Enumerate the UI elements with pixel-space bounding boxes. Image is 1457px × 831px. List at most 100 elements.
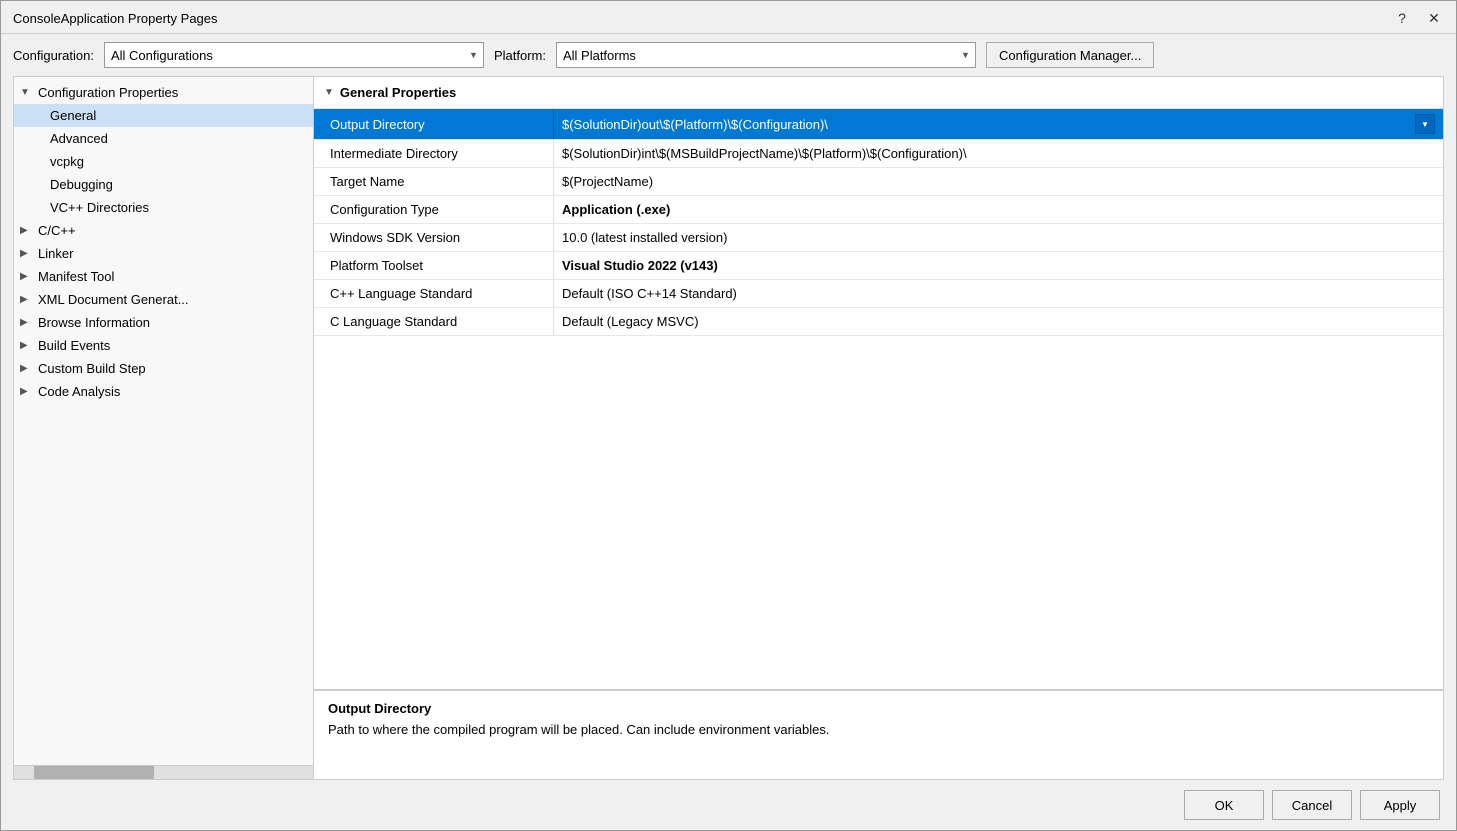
tree-label-debugging: Debugging xyxy=(50,177,113,192)
prop-row-c-lang-std[interactable]: C Language Standard Default (Legacy MSVC) xyxy=(314,308,1443,336)
prop-row-output-dir[interactable]: Output Directory $(SolutionDir)out\$(Plat… xyxy=(314,109,1443,140)
prop-value-target-name: $(ProjectName) xyxy=(554,168,1443,195)
prop-value-text-c-lang-std: Default (Legacy MSVC) xyxy=(562,314,1435,329)
prop-name-output-dir: Output Directory xyxy=(314,109,554,139)
prop-value-windows-sdk: 10.0 (latest installed version) xyxy=(554,224,1443,251)
prop-row-cpp-lang-std[interactable]: C++ Language Standard Default (ISO C++14 … xyxy=(314,280,1443,308)
prop-name-config-type: Configuration Type xyxy=(314,196,554,223)
tree-arrow-xml-doc: ▶ xyxy=(20,294,34,305)
tree-item-custom-build[interactable]: ▶Custom Build Step xyxy=(14,357,313,380)
prop-name-target-name: Target Name xyxy=(314,168,554,195)
prop-row-intermediate-dir[interactable]: Intermediate Directory $(SolutionDir)int\… xyxy=(314,140,1443,168)
prop-value-config-type: Application (.exe) xyxy=(554,196,1443,223)
tree-label-cpp: C/C++ xyxy=(38,223,76,238)
section-title: General Properties xyxy=(340,85,456,100)
property-pages-dialog: ConsoleApplication Property Pages ? ✕ Co… xyxy=(0,0,1457,831)
tree-label-general: General xyxy=(50,108,96,123)
tree-item-manifest-tool[interactable]: ▶ Manifest Tool xyxy=(14,265,313,288)
prop-value-text-config-type: Application (.exe) xyxy=(562,202,1435,217)
section-arrow: ▼ xyxy=(324,87,334,98)
tree-label-vcpkg: vcpkg xyxy=(50,154,84,169)
tree-area: ▼ Configuration Properties General Advanced… xyxy=(14,77,313,765)
tree-arrow-manifest-tool: ▶ xyxy=(20,271,34,282)
tree-label-linker: Linker xyxy=(38,246,73,261)
prop-row-platform-toolset[interactable]: Platform Toolset Visual Studio 2022 (v143… xyxy=(314,252,1443,280)
tree-item-browse-info[interactable]: ▶ Browse Information xyxy=(14,311,313,334)
tree-item-build-events[interactable]: ▶ Build Events xyxy=(14,334,313,357)
info-box-text: Path to where the compiled program will … xyxy=(328,722,1429,737)
platform-label: Platform: xyxy=(494,48,546,63)
tree-item-debugging[interactable]: Debugging xyxy=(14,173,313,196)
prop-name-cpp-lang-std: C++ Language Standard xyxy=(314,280,554,307)
config-select-wrapper[interactable]: All Configurations xyxy=(104,42,484,68)
prop-value-text-platform-toolset: Visual Studio 2022 (v143) xyxy=(562,258,1435,273)
tree-label-config-props: Configuration Properties xyxy=(38,85,178,100)
tree-label-code-analysis: Code Analysis xyxy=(38,384,120,399)
tree-arrow-build-events: ▶ xyxy=(20,340,34,351)
tree-item-advanced[interactable]: Advanced xyxy=(14,127,313,150)
tree-label-browse-info: Browse Information xyxy=(38,315,150,330)
prop-value-text-intermediate-dir: $(SolutionDir)int\$(MSBuildProjectName)\… xyxy=(562,146,1435,161)
tree-label-advanced: Advanced xyxy=(50,131,108,146)
prop-value-c-lang-std: Default (Legacy MSVC) xyxy=(554,308,1443,335)
config-label: Configuration: xyxy=(13,48,94,63)
help-button[interactable]: ? xyxy=(1388,7,1416,29)
prop-name-c-lang-std: C Language Standard xyxy=(314,308,554,335)
properties-area: ▼ General Properties Output Directory $(S… xyxy=(314,77,1443,689)
prop-value-intermediate-dir: $(SolutionDir)int\$(MSBuildProjectName)\… xyxy=(554,140,1443,167)
prop-name-windows-sdk: Windows SDK Version xyxy=(314,224,554,251)
tree-arrow-linker: ▶ xyxy=(20,248,34,259)
platform-select[interactable]: All Platforms xyxy=(556,42,976,68)
main-content: ▼ Configuration Properties General Advanced… xyxy=(13,76,1444,780)
tree-label-vc-dirs: VC++ Directories xyxy=(50,200,149,215)
tree-arrow-cpp: ▶ xyxy=(20,225,34,236)
ok-button[interactable]: OK xyxy=(1184,790,1264,820)
tree-item-linker[interactable]: ▶ Linker xyxy=(14,242,313,265)
bottom-bar: OK Cancel Apply xyxy=(1,780,1456,830)
prop-value-text-output-dir: $(SolutionDir)out\$(Platform)\$(Configur… xyxy=(562,117,1415,132)
tree-item-cpp[interactable]: ▶ C/C++ xyxy=(14,219,313,242)
configuration-select[interactable]: All Configurations xyxy=(104,42,484,68)
cancel-button[interactable]: Cancel xyxy=(1272,790,1352,820)
tree-item-code-analysis[interactable]: ▶ Code Analysis xyxy=(14,380,313,403)
tree-label-build-events: Build Events xyxy=(38,338,110,353)
tree-label-manifest-tool: Manifest Tool xyxy=(38,269,114,284)
prop-dropdown-btn-output-dir[interactable]: ▼ xyxy=(1415,114,1435,134)
info-box-title: Output Directory xyxy=(328,701,1429,716)
prop-value-cpp-lang-std: Default (ISO C++14 Standard) xyxy=(554,280,1443,307)
property-rows: Output Directory $(SolutionDir)out\$(Plat… xyxy=(314,109,1443,336)
title-bar-controls: ? ✕ xyxy=(1388,7,1448,29)
tree-arrow-browse-info: ▶ xyxy=(20,317,34,328)
tree-item-vcpkg[interactable]: vcpkg xyxy=(14,150,313,173)
section-header: ▼ General Properties xyxy=(314,77,1443,109)
prop-value-text-target-name: $(ProjectName) xyxy=(562,174,1435,189)
title-bar: ConsoleApplication Property Pages ? ✕ xyxy=(1,1,1456,34)
tree-item-general[interactable]: General xyxy=(14,104,313,127)
dialog-title: ConsoleApplication Property Pages xyxy=(13,11,218,26)
tree-arrow-code-analysis: ▶ xyxy=(20,386,34,397)
prop-row-config-type[interactable]: Configuration Type Application (.exe) xyxy=(314,196,1443,224)
tree-item-vc-dirs[interactable]: VC++ Directories xyxy=(14,196,313,219)
scrollbar-thumb[interactable] xyxy=(34,766,154,779)
platform-select-wrapper[interactable]: All Platforms xyxy=(556,42,976,68)
close-button[interactable]: ✕ xyxy=(1420,7,1448,29)
prop-row-windows-sdk[interactable]: Windows SDK Version10.0 (latest installe… xyxy=(314,224,1443,252)
left-panel: ▼ Configuration Properties General Advanced… xyxy=(14,77,314,779)
tree-label-xml-doc: XML Document Generat... xyxy=(38,292,189,307)
prop-value-text-cpp-lang-std: Default (ISO C++14 Standard) xyxy=(562,286,1435,301)
scrollbar-area xyxy=(14,765,313,779)
config-manager-button[interactable]: Configuration Manager... xyxy=(986,42,1154,68)
tree-item-config-props[interactable]: ▼ Configuration Properties xyxy=(14,81,313,104)
prop-row-target-name[interactable]: Target Name $(ProjectName) xyxy=(314,168,1443,196)
prop-name-intermediate-dir: Intermediate Directory xyxy=(314,140,554,167)
prop-value-platform-toolset: Visual Studio 2022 (v143) xyxy=(554,252,1443,279)
prop-name-platform-toolset: Platform Toolset xyxy=(314,252,554,279)
info-box: Output Directory Path to where the compi… xyxy=(314,689,1443,779)
top-bar: Configuration: All Configurations Platfo… xyxy=(1,34,1456,76)
tree-label-custom-build: Custom Build Step xyxy=(38,361,146,376)
right-panel: ▼ General Properties Output Directory $(S… xyxy=(314,77,1443,779)
prop-value-output-dir: $(SolutionDir)out\$(Platform)\$(Configur… xyxy=(554,109,1443,139)
tree-arrow-config-props: ▼ xyxy=(20,87,34,98)
apply-button[interactable]: Apply xyxy=(1360,790,1440,820)
tree-item-xml-doc[interactable]: ▶ XML Document Generat... xyxy=(14,288,313,311)
